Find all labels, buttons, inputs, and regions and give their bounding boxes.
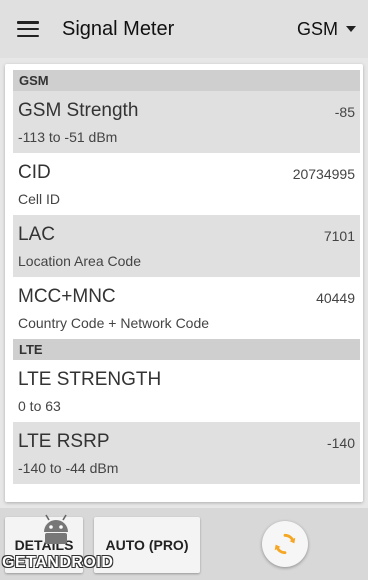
scroll-fade (5, 488, 363, 502)
row-title: LTE STRENGTH (18, 369, 162, 390)
row-subtitle: -113 to -51 dBm (18, 129, 118, 145)
row-title: GSM Strength (18, 100, 139, 121)
menu-button[interactable] (0, 0, 56, 58)
watermark-text: GETANDROID (2, 554, 114, 571)
watermark: GETANDROID (2, 514, 118, 580)
app-toolbar: Signal Meter GSM (0, 0, 368, 58)
row-title: CID (18, 162, 51, 183)
section-header-lte: LTE (13, 339, 360, 360)
app-title: Signal Meter (62, 17, 175, 40)
row-value: 20734995 (292, 166, 355, 182)
signal-list[interactable]: GSM GSM Strength -113 to -51 dBm -85 CID… (13, 70, 360, 484)
row-value: -85 (334, 104, 355, 120)
dropdown-arrow-icon (346, 26, 356, 32)
refresh-icon (274, 533, 296, 555)
network-type-dropdown[interactable]: GSM (297, 19, 356, 40)
row-value: 40449 (316, 290, 355, 306)
row-title: LAC (18, 224, 55, 245)
row-value: -140 (326, 435, 355, 451)
list-item-mcc-mnc[interactable]: MCC+MNC Country Code + Network Code 4044… (13, 277, 360, 339)
row-value: 7101 (323, 228, 355, 244)
section-header-gsm: GSM (13, 70, 360, 91)
row-subtitle: -140 to -44 dBm (18, 460, 119, 476)
signal-info-card: GSM GSM Strength -113 to -51 dBm -85 CID… (5, 64, 363, 502)
android-robot-icon (44, 514, 68, 544)
list-item-gsm-strength[interactable]: GSM Strength -113 to -51 dBm -85 (13, 91, 360, 153)
row-title: MCC+MNC (18, 286, 116, 307)
refresh-button[interactable] (262, 521, 308, 567)
list-item-lac[interactable]: LAC Location Area Code 7101 (13, 215, 360, 277)
list-item-lte-strength[interactable]: LTE STRENGTH 0 to 63 (13, 360, 360, 422)
row-subtitle: Location Area Code (18, 253, 141, 269)
row-subtitle: 0 to 63 (18, 398, 61, 414)
list-item-lte-rsrp[interactable]: LTE RSRP -140 to -44 dBm -140 (13, 422, 360, 484)
row-subtitle: Cell ID (18, 191, 61, 207)
network-type-value: GSM (296, 18, 338, 39)
row-subtitle: Country Code + Network Code (18, 315, 210, 331)
row-title: LTE RSRP (18, 431, 110, 452)
list-item-cid[interactable]: CID Cell ID 20734995 (13, 153, 360, 215)
hamburger-menu-icon (17, 21, 39, 37)
